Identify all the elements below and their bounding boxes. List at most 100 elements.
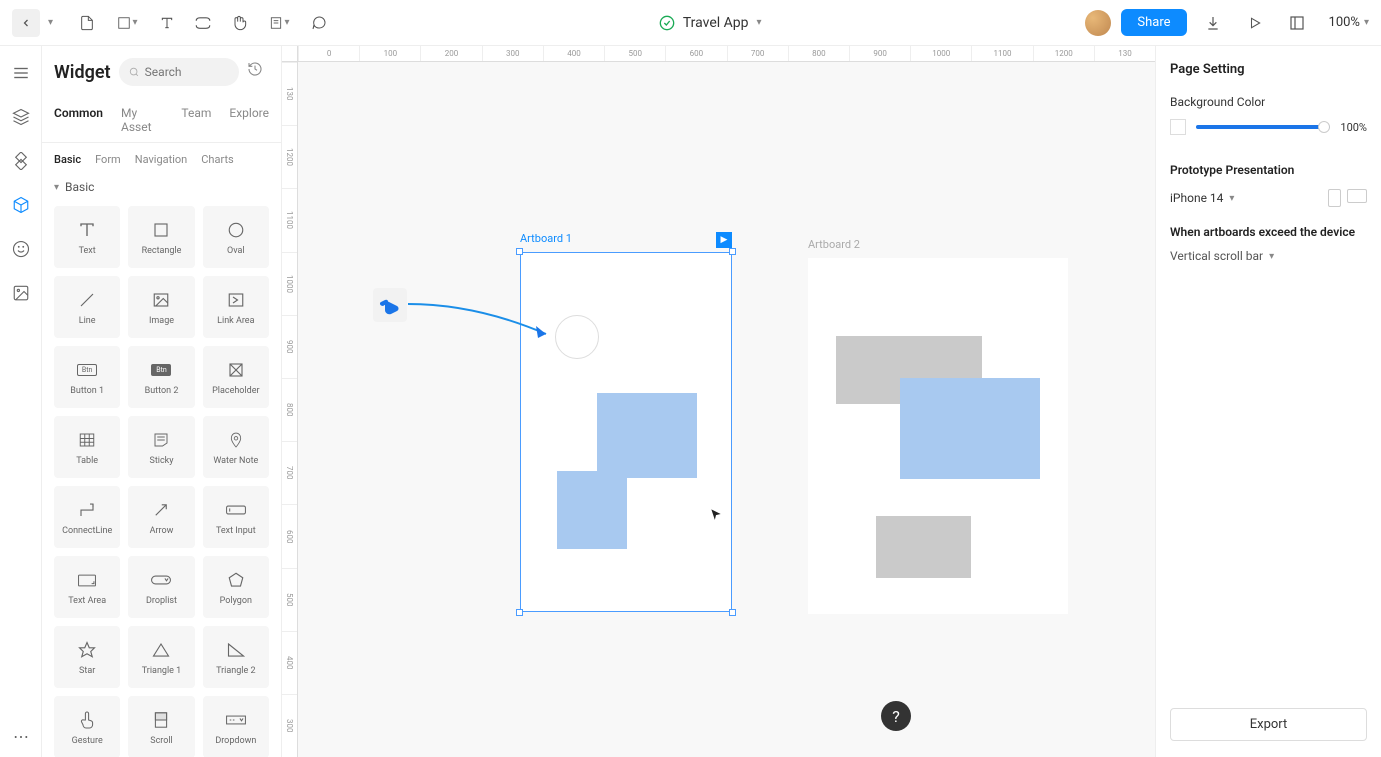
widget-dropdown[interactable]: Dropdown <box>203 696 269 757</box>
widget-button1[interactable]: BtnButton 1 <box>54 346 120 408</box>
widget-image[interactable]: Image <box>128 276 194 338</box>
widget-polygon[interactable]: Polygon <box>203 556 269 618</box>
search-box[interactable] <box>119 58 239 86</box>
text-button[interactable] <box>151 7 183 39</box>
add-page-button[interactable] <box>71 7 103 39</box>
landscape-button[interactable] <box>1347 189 1367 203</box>
widget-sticky[interactable]: Sticky <box>128 416 194 478</box>
image-icon <box>152 292 170 308</box>
widget-connectline[interactable]: ConnectLine <box>54 486 120 548</box>
rectangle-icon <box>152 221 170 239</box>
artboard-2-label[interactable]: Artboard 2 <box>808 238 860 251</box>
oval-icon <box>227 221 245 239</box>
rail-list[interactable] <box>10 62 32 84</box>
widget-oval[interactable]: Oval <box>203 206 269 268</box>
rail-layers[interactable] <box>10 106 32 128</box>
connect-icon <box>78 501 96 519</box>
widget-triangle2[interactable]: Triangle 2 <box>203 626 269 688</box>
search-input[interactable] <box>145 65 229 79</box>
download-button[interactable] <box>1197 7 1229 39</box>
rail-components[interactable] <box>10 150 32 172</box>
widget-text-input[interactable]: Text Input <box>203 486 269 548</box>
widget-text-area[interactable]: Text Area <box>54 556 120 618</box>
page-icon <box>79 14 95 32</box>
hand-icon <box>231 14 247 32</box>
search-icon <box>129 66 139 78</box>
download-icon <box>1205 15 1221 31</box>
opacity-slider[interactable] <box>1196 125 1330 129</box>
tab-common[interactable]: Common <box>54 98 103 142</box>
canvas-rectangle[interactable] <box>557 471 627 549</box>
shape-button[interactable]: ▾ <box>107 7 147 39</box>
widget-rectangle[interactable]: Rectangle <box>128 206 194 268</box>
layout-button[interactable] <box>1281 7 1313 39</box>
chevron-down-icon[interactable]: ▾ <box>48 17 53 28</box>
sticky-icon <box>152 432 170 448</box>
section-basic[interactable]: ▾Basic <box>42 172 281 200</box>
share-button[interactable]: Share <box>1121 9 1186 36</box>
connection-arrow <box>406 302 554 342</box>
document-title[interactable]: Travel App <box>683 15 749 31</box>
widget-scroll[interactable]: Scroll <box>128 696 194 757</box>
canvas-rectangle[interactable] <box>597 393 697 478</box>
history-button[interactable] <box>247 61 269 83</box>
widget-text[interactable]: Text <box>54 206 120 268</box>
widget-line[interactable]: Line <box>54 276 120 338</box>
widget-grid: Text Rectangle Oval Line Image Link Area… <box>42 200 281 757</box>
gesture-widget[interactable] <box>373 288 407 322</box>
preview-button[interactable] <box>1239 7 1271 39</box>
widget-gesture[interactable]: Gesture <box>54 696 120 757</box>
export-button[interactable]: Export <box>1170 708 1367 741</box>
artboard-1-label[interactable]: Artboard 1 <box>520 232 572 245</box>
layout-icon <box>1289 15 1305 31</box>
widget-star[interactable]: Star <box>54 626 120 688</box>
tab-team[interactable]: Team <box>181 98 211 142</box>
category-tabs: Basic Form Navigation Charts <box>42 143 281 172</box>
link-area-icon <box>227 292 245 308</box>
tab-my-asset[interactable]: My Asset <box>121 98 163 142</box>
rail-more[interactable]: ⋯ <box>10 725 32 747</box>
bg-color-swatch[interactable] <box>1170 119 1186 135</box>
chevron-down-icon[interactable]: ▾ <box>757 17 762 28</box>
cat-form[interactable]: Form <box>95 153 121 172</box>
comment-button[interactable] <box>303 7 335 39</box>
pin-icon <box>229 431 243 449</box>
cat-charts[interactable]: Charts <box>201 153 233 172</box>
artboard-2[interactable]: Artboard 2 <box>808 258 1068 614</box>
portrait-button[interactable] <box>1328 189 1341 207</box>
widget-link-area[interactable]: Link Area <box>203 276 269 338</box>
tab-explore[interactable]: Explore <box>229 98 269 142</box>
widget-arrow[interactable]: Arrow <box>128 486 194 548</box>
rail-image[interactable] <box>10 282 32 304</box>
image-icon <box>12 284 30 302</box>
overflow-select[interactable]: Vertical scroll bar▾ <box>1170 249 1367 263</box>
help-button[interactable]: ? <box>881 701 911 731</box>
widget-table[interactable]: Table <box>54 416 120 478</box>
layers-icon <box>12 108 30 126</box>
canvas-rectangle[interactable] <box>900 378 1040 479</box>
widget-water-note[interactable]: Water Note <box>203 416 269 478</box>
canvas-oval[interactable] <box>555 315 599 359</box>
device-select[interactable]: iPhone 14▾ <box>1170 191 1234 205</box>
widget-droplist[interactable]: Droplist <box>128 556 194 618</box>
hand-button[interactable] <box>223 7 255 39</box>
canvas[interactable]: Artboard 1 ▶ Artboard 2 <box>298 62 1155 757</box>
arrow-icon <box>152 501 170 519</box>
widget-button2[interactable]: BtnButton 2 <box>128 346 194 408</box>
avatar[interactable] <box>1085 10 1111 36</box>
artboard-play-button[interactable]: ▶ <box>716 232 732 248</box>
widget-triangle1[interactable]: Triangle 1 <box>128 626 194 688</box>
rail-emoji[interactable] <box>10 238 32 260</box>
connector-button[interactable] <box>187 7 219 39</box>
source-tabs: Common My Asset Team Explore <box>42 98 281 143</box>
back-button[interactable] <box>12 9 40 37</box>
note-button[interactable]: ▾ <box>259 7 299 39</box>
cat-navigation[interactable]: Navigation <box>135 153 188 172</box>
rail-widgets[interactable] <box>10 194 32 216</box>
zoom-display[interactable]: 100%▾ <box>1329 15 1369 30</box>
comment-icon <box>311 15 327 31</box>
canvas-rectangle[interactable] <box>876 516 971 578</box>
cat-basic[interactable]: Basic <box>54 153 81 172</box>
history-icon <box>247 61 263 77</box>
widget-placeholder[interactable]: Placeholder <box>203 346 269 408</box>
